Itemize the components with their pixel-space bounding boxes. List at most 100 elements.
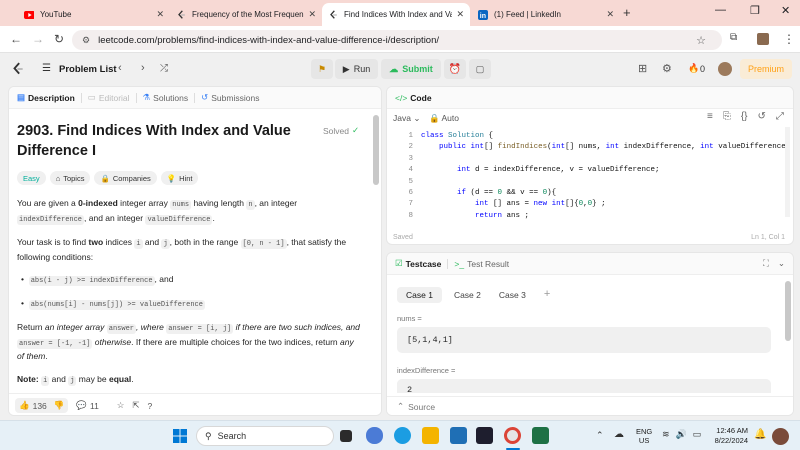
case-tab-1[interactable]: Case 1 <box>397 287 442 303</box>
streak-flame-icon[interactable]: 🔥 <box>688 63 699 74</box>
wifi-icon: ≋ <box>662 429 670 439</box>
browser-tab-frequency[interactable]: Frequency of the Most Frequen ✕ <box>170 3 322 26</box>
chrome-icon[interactable] <box>504 427 521 444</box>
copilot-icon[interactable] <box>366 427 383 444</box>
extensions-icon[interactable]: ⧉ <box>730 32 737 43</box>
clock[interactable]: 12:46 AM 8/22/2024 <box>712 426 748 446</box>
source-bar[interactable]: ⌃ Source <box>387 396 793 415</box>
system-tray[interactable]: ≋ 🔊 ▭ <box>662 429 701 440</box>
language-indicator[interactable]: ENG US <box>636 427 652 445</box>
tab-editorial-label: Editorial <box>98 92 130 103</box>
nums-input[interactable]: [5,1,4,1] <box>397 327 771 353</box>
index-difference-input[interactable]: 2 <box>397 379 771 393</box>
thumbs-down-icon[interactable]: 👎 <box>54 400 65 411</box>
problem-list-link[interactable]: Problem List <box>59 64 117 75</box>
debug-icon[interactable]: ⚑ <box>311 59 333 79</box>
user-avatar[interactable] <box>718 62 732 76</box>
close-tab-icon[interactable]: ✕ <box>606 9 614 20</box>
case-tab-3[interactable]: Case 3 <box>493 287 532 303</box>
companies-chip[interactable]: 🔒 Companies <box>94 171 157 185</box>
site-info-icon[interactable]: ⚙ <box>82 35 90 46</box>
expand-icon[interactable]: ⤢ <box>776 111 784 122</box>
like-button[interactable]: 👍 136 👎 <box>15 398 69 413</box>
layout-icon[interactable]: ⊞ <box>638 62 647 75</box>
leetcode-icon <box>176 9 186 20</box>
excel-icon[interactable] <box>532 427 549 444</box>
timer-icon[interactable]: ⏰ <box>444 59 466 79</box>
windows-start-icon[interactable] <box>173 429 187 448</box>
companies-label: Companies <box>112 173 151 183</box>
minimize-icon[interactable]: — <box>715 4 726 16</box>
url-field[interactable]: ⚙ leetcode.com/problems/find-indices-wit… <box>72 30 722 50</box>
notes-icon[interactable]: ▢ <box>469 59 491 79</box>
bookmark-star-icon[interactable]: ☆ <box>696 34 706 47</box>
code-editor[interactable]: 1 class Solution { 2 public int[] findInd… <box>387 132 790 222</box>
mail-icon[interactable] <box>450 427 467 444</box>
close-window-icon[interactable]: ✕ <box>781 4 790 17</box>
terminal-icon: >_ <box>454 258 465 269</box>
tab-test-result[interactable]: Test Result <box>467 259 509 269</box>
auto-format-toggle[interactable]: 🔒 Auto <box>429 113 459 124</box>
bookmark-icon[interactable]: ⎘ <box>723 111 731 122</box>
new-tab-button[interactable]: + <box>623 5 631 20</box>
help-icon[interactable]: ? <box>148 401 153 411</box>
testcase-scrollbar[interactable] <box>785 281 791 341</box>
browser-tab-linkedin[interactable]: in (1) Feed | LinkedIn ✕ <box>472 3 620 26</box>
browser-tab-strip: YouTube ✕ Frequency of the Most Frequen … <box>0 0 800 26</box>
list-icon: ☰ <box>42 63 51 74</box>
run-button[interactable]: ▶ Run <box>335 59 378 79</box>
braces-icon[interactable]: {} <box>741 111 748 122</box>
tab-submissions[interactable]: ↺ Submissions <box>195 92 265 103</box>
collapse-icon[interactable]: ⌄ <box>778 258 785 269</box>
close-tab-icon[interactable]: ✕ <box>308 9 316 20</box>
testcase-panel: ☑ Testcase >_ Test Result ⛶ ⌄ Case 1 Cas… <box>386 252 794 416</box>
submit-button[interactable]: ☁ Submit <box>381 59 441 79</box>
tab-solutions[interactable]: ⚗ Solutions <box>137 92 195 103</box>
leetcode-logo-icon[interactable] <box>12 62 24 81</box>
browser-menu-icon[interactable]: ⋮ <box>783 32 795 46</box>
fullscreen-icon[interactable]: ⛶ <box>763 258 769 269</box>
taskbar-search[interactable]: ⚲ Search <box>196 426 334 446</box>
topics-chip[interactable]: ⌂ Topics <box>49 171 91 185</box>
reset-icon[interactable]: ↺ <box>758 111 766 122</box>
add-case-button[interactable]: + <box>538 287 556 303</box>
tab-editorial[interactable]: ▭ Editorial <box>82 92 136 103</box>
back-arrow-icon[interactable]: ← <box>10 32 22 46</box>
profile-avatar[interactable] <box>757 33 769 45</box>
share-icon[interactable]: ⇱ <box>132 400 139 411</box>
maximize-icon[interactable]: ❐ <box>750 4 760 17</box>
onedrive-icon[interactable]: ☁ <box>614 429 624 440</box>
intellij-icon[interactable] <box>476 427 493 444</box>
tab-description[interactable]: ▤ Description <box>9 92 81 103</box>
comments-button[interactable]: 💬 11 <box>76 400 98 411</box>
browser-tab-find-indices[interactable]: Find Indices With Index and Val ✕ <box>322 3 470 26</box>
browser-tab-youtube[interactable]: YouTube ✕ <box>18 3 170 26</box>
comment-icon: 💬 <box>76 400 87 410</box>
language-select[interactable]: Java ⌄ <box>393 113 420 124</box>
hint-chip[interactable]: 💡 Hint <box>160 171 199 185</box>
favorite-star-icon[interactable]: ☆ <box>117 400 125 411</box>
tab-testcase[interactable]: Testcase <box>406 259 442 269</box>
shuffle-icon[interactable]: ⤮ <box>160 63 168 74</box>
task-view-icon[interactable] <box>340 430 352 442</box>
description-scrollbar[interactable] <box>373 115 379 185</box>
show-hidden-icons[interactable]: ⌃ <box>596 430 604 441</box>
case-tab-2[interactable]: Case 2 <box>448 287 487 303</box>
forward-arrow-icon[interactable]: → <box>32 32 44 46</box>
next-problem-icon[interactable]: › <box>141 62 145 74</box>
settings-gear-icon[interactable]: ⚙ <box>662 62 672 75</box>
code-scrollbar[interactable] <box>785 127 790 217</box>
widget-avatar[interactable] <box>772 428 789 445</box>
close-tab-icon[interactable]: ✕ <box>156 9 164 20</box>
edge-icon[interactable] <box>394 427 411 444</box>
chevron-up-icon: ⌃ <box>397 401 405 411</box>
format-icon[interactable]: ≡ <box>707 111 713 122</box>
reload-icon[interactable]: ↻ <box>54 32 64 46</box>
url-text: leetcode.com/problems/find-indices-with-… <box>98 34 440 46</box>
flask-icon: ⚗ <box>142 92 151 102</box>
notification-bell-icon[interactable]: 🔔 <box>754 429 766 440</box>
file-explorer-icon[interactable] <box>422 427 439 444</box>
close-tab-icon[interactable]: ✕ <box>456 9 464 20</box>
premium-button[interactable]: Premium <box>740 59 792 79</box>
prev-problem-icon[interactable]: ‹ <box>118 62 122 74</box>
